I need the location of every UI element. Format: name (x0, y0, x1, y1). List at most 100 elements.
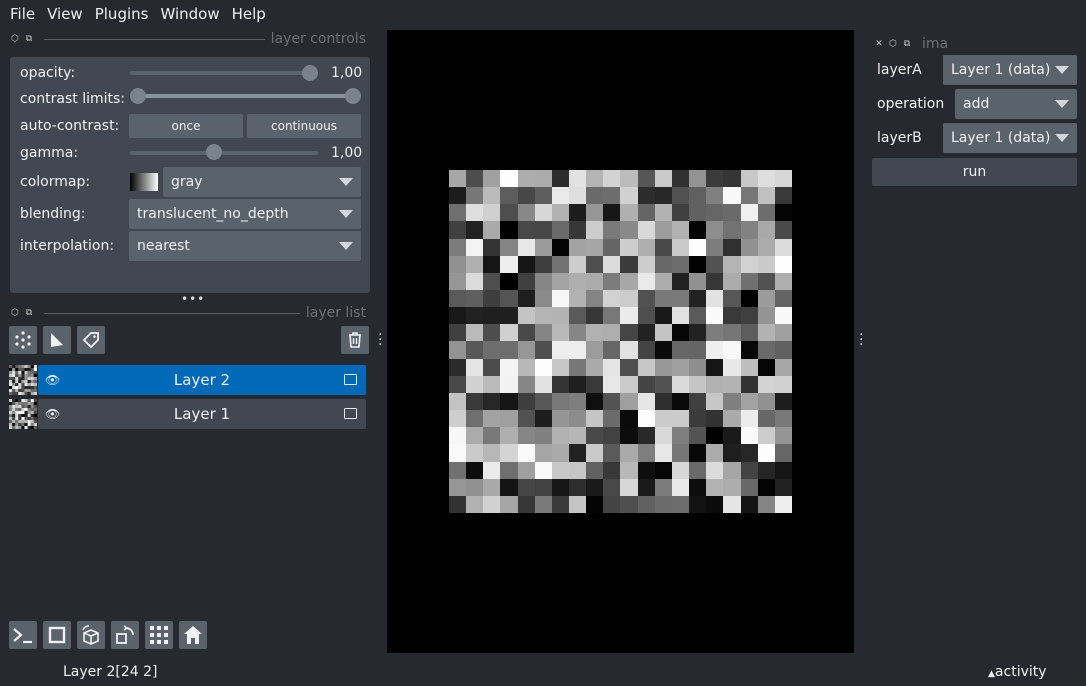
new-shapes-layer-button[interactable] (43, 326, 71, 354)
right-dock-resize-handle[interactable]: · · · (859, 328, 863, 352)
image-pixel (603, 392, 621, 411)
menu-plugins[interactable]: Plugins (89, 5, 155, 23)
image-pixel (449, 307, 467, 325)
thumbnail-pixel (15, 402, 19, 406)
thumbnail-pixel (30, 371, 34, 375)
auto-contrast-continuous-button[interactable]: continuous (247, 114, 361, 138)
image-pixel (500, 410, 518, 428)
thumbnail-pixel (27, 414, 31, 418)
viewer-canvas[interactable] (387, 30, 854, 653)
run-button[interactable]: run (872, 158, 1077, 186)
layer-row-1[interactable]: 👁 Layer 1 (38, 399, 366, 429)
float-icon[interactable]: ⬡ (888, 39, 898, 49)
image-pixel (620, 478, 638, 496)
points-icon (15, 331, 31, 349)
console-button[interactable] (9, 621, 37, 649)
activity-toggle[interactable]: ▲activity (988, 664, 1047, 680)
image-pixel (517, 290, 535, 308)
menu-file[interactable]: File (4, 5, 41, 23)
thumbnail-pixel (18, 389, 22, 393)
close-icon[interactable]: ✕ (874, 39, 884, 49)
undock-icon[interactable]: ⧉ (24, 308, 34, 318)
reset-view-button[interactable] (179, 621, 207, 649)
menu-window[interactable]: Window (154, 5, 225, 23)
image-pixel (586, 461, 604, 479)
image-pixel (551, 375, 570, 393)
image-pixel (774, 170, 792, 188)
roll-cube-icon (82, 625, 99, 645)
thumbnail-pixel (27, 399, 31, 403)
thumbnail-pixel (24, 417, 28, 421)
image-pixel (449, 341, 467, 359)
image-pixel (723, 341, 741, 359)
transpose-button[interactable] (111, 621, 139, 649)
image-pixel (757, 461, 775, 479)
gamma-slider-track[interactable] (130, 151, 318, 155)
thumbnail-pixel (15, 389, 19, 393)
layerB-dropdown[interactable]: Layer 1 (data) (943, 123, 1077, 153)
ndisplay-button[interactable] (43, 621, 71, 649)
colormap-dropdown[interactable]: gray (163, 167, 361, 197)
thumbnail-pixel (21, 389, 25, 393)
image-pixel (757, 358, 775, 376)
image-pixel (671, 375, 690, 393)
layer-1-thumbnail (9, 399, 37, 430)
image-pixel (740, 187, 758, 205)
menu-view[interactable]: View (41, 5, 89, 23)
image-pixel (466, 358, 484, 376)
thumbnail-pixel (24, 386, 28, 390)
undock-icon[interactable]: ⧉ (24, 34, 34, 44)
menu-help[interactable]: Help (226, 5, 272, 23)
image-pixel (586, 495, 604, 513)
thumbnail-pixel (21, 365, 25, 369)
thumbnail-pixel (33, 405, 37, 409)
contrast-high-handle[interactable] (345, 88, 361, 104)
image-pixel (551, 427, 570, 445)
thumbnail-pixel (33, 411, 37, 415)
image-pixel (449, 255, 467, 273)
float-icon[interactable]: ⬡ (10, 308, 20, 318)
opacity-slider-handle[interactable] (302, 65, 318, 81)
trash-icon (349, 332, 361, 348)
image-pixel (689, 444, 707, 462)
opacity-slider-track[interactable] (130, 71, 312, 75)
image-pixel (586, 444, 604, 462)
image-pixel (774, 272, 792, 291)
float-icon[interactable]: ⬡ (10, 34, 20, 44)
interpolation-value: nearest (137, 238, 190, 254)
image-pixel (483, 272, 501, 291)
operation-dropdown[interactable]: add (955, 89, 1077, 119)
image-pixel (603, 461, 621, 479)
roll-dims-button[interactable] (77, 621, 105, 649)
image-pixel (483, 444, 501, 462)
thumbnail-pixel (27, 392, 31, 396)
undock-icon[interactable]: ⧉ (902, 39, 912, 49)
image-pixel (534, 290, 552, 308)
left-dock-resize-handle[interactable]: · · · (378, 328, 382, 352)
new-points-layer-button[interactable] (9, 326, 37, 354)
thumbnail-pixel (9, 420, 13, 424)
thumbnail-pixel (9, 380, 13, 384)
image-pixel (774, 238, 792, 256)
image-pixel (706, 341, 724, 359)
contrast-slider-track[interactable] (138, 94, 354, 98)
contrast-low-handle[interactable] (130, 88, 146, 104)
auto-contrast-once-button[interactable]: once (129, 114, 243, 138)
layerA-dropdown[interactable]: Layer 1 (data) (943, 55, 1077, 85)
grid-mode-button[interactable] (145, 621, 173, 649)
thumbnail-pixel (33, 426, 37, 430)
thumbnail-pixel (18, 374, 22, 378)
image-pixel (671, 461, 690, 479)
image-pixel (740, 410, 758, 428)
interpolation-dropdown[interactable]: nearest (129, 231, 361, 261)
new-labels-layer-button[interactable] (77, 326, 105, 354)
layer-row-2[interactable]: 👁 Layer 2 (38, 365, 366, 395)
image-pixel (586, 375, 604, 393)
thumbnail-pixel (15, 365, 19, 369)
thumbnail-pixel (9, 423, 13, 427)
gamma-slider-handle[interactable] (206, 144, 222, 160)
image-pixel (569, 255, 587, 273)
blending-dropdown[interactable]: translucent_no_depth (129, 199, 361, 229)
delete-layer-button[interactable] (341, 326, 369, 354)
thumbnail-pixel (21, 386, 25, 390)
